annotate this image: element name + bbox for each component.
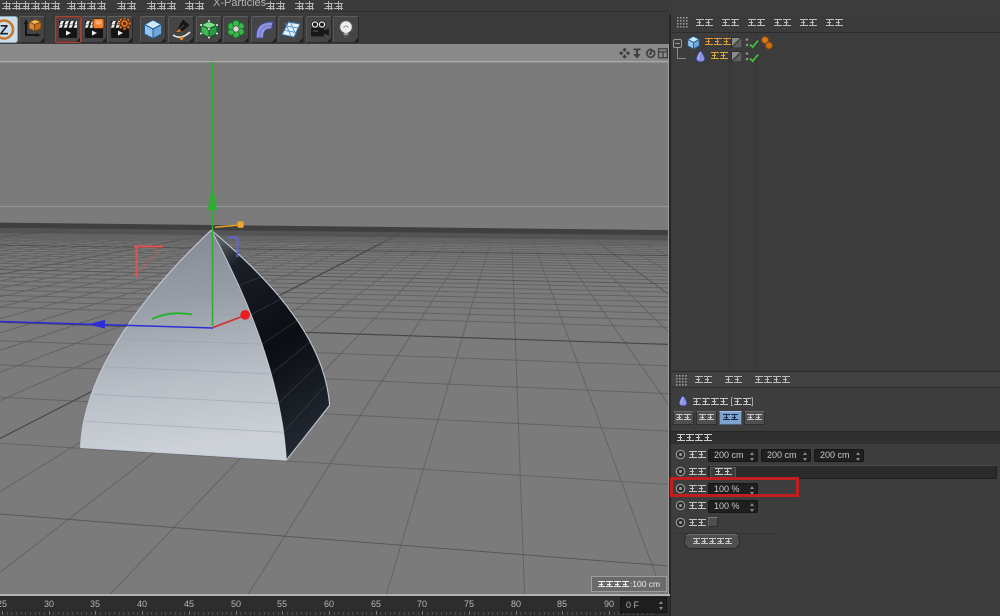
svg-text:Z: Z xyxy=(0,22,9,38)
